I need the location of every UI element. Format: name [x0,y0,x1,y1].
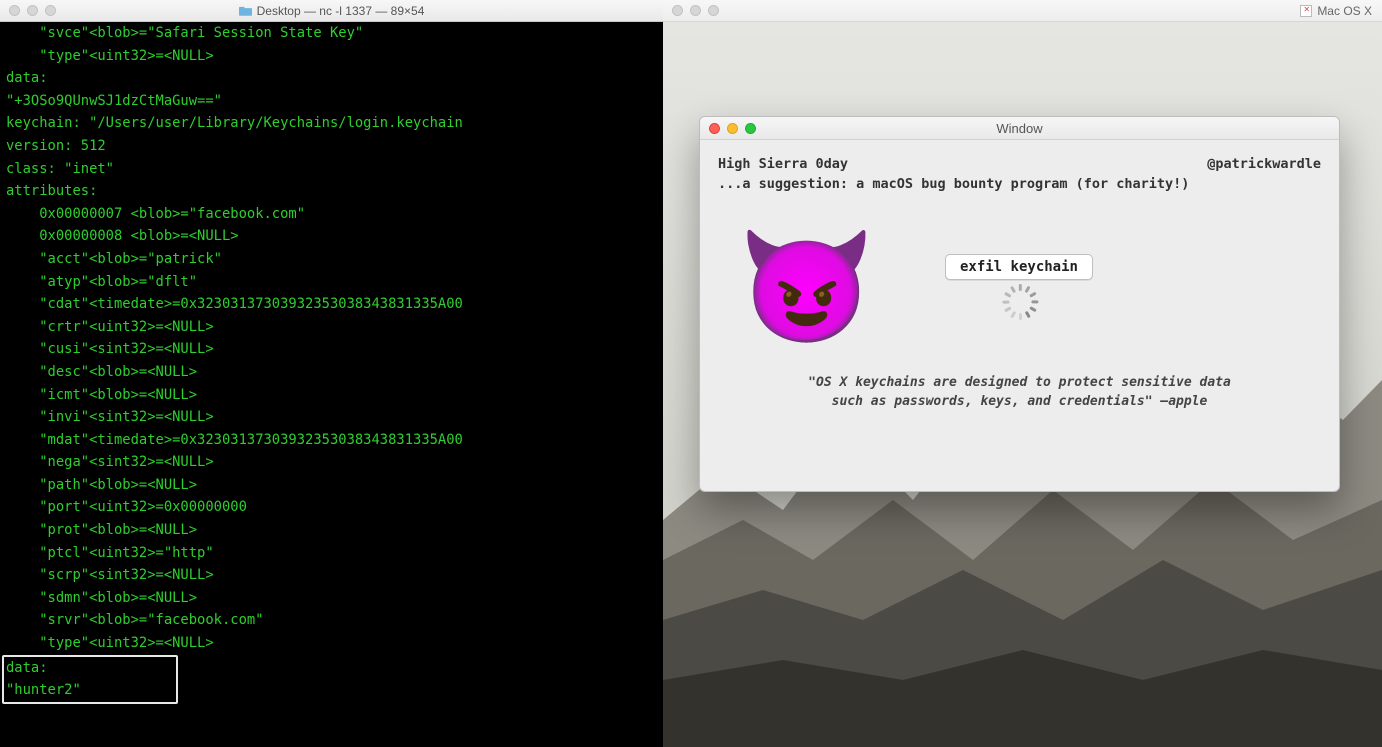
menubar[interactable]: keychainStealer File Edit Format View Wi… [663,54,1382,77]
author-handle: @patrickwardle [1207,156,1321,172]
menu-file[interactable]: File [806,58,827,73]
background-toolbar [663,22,1382,54]
menu-help[interactable]: Help [1045,58,1072,73]
close-icon[interactable] [9,5,20,16]
terminal-titlebar[interactable]: Desktop — nc -l 1337 — 89×54 [0,0,663,22]
zoom-icon[interactable] [708,5,719,16]
tools-segment[interactable] [769,27,827,49]
bg-traffic-lights[interactable] [672,5,719,16]
terminal-traffic-lights[interactable] [9,5,56,16]
terminal-lines: "svce"<blob>="Safari Session State Key" … [6,25,463,651]
app-window[interactable]: Window High Sierra 0day @patrickwardle .… [699,116,1340,492]
os-label: Mac OS X [1300,4,1372,18]
menu-window[interactable]: Window [983,58,1029,73]
app-window-title: Window [700,121,1339,136]
tools-button[interactable] [770,28,798,48]
forward-button[interactable] [798,28,826,48]
zoom-icon[interactable] [45,5,56,16]
loading-spinner-icon [1006,294,1032,320]
pause-button[interactable] [674,28,702,48]
terminal-password-value: "hunter2" [6,682,172,698]
playback-segment[interactable] [673,27,731,49]
devil-emoji-icon: 😈 [738,232,875,342]
menu-edit[interactable]: Edit [843,58,865,73]
exfil-keychain-button[interactable]: exfil keychain [945,254,1093,280]
quote-line-1: "OS X keychains are designed to protect … [746,374,1293,393]
minimize-icon[interactable] [690,5,701,16]
subheading-text: ...a suggestion: a macOS bug bounty prog… [718,176,1321,192]
heading-text: High Sierra 0day [718,156,848,172]
folder-icon [239,5,252,16]
footer-quote: "OS X keychains are designed to protect … [718,374,1321,412]
minimize-icon[interactable] [27,5,38,16]
background-window-titlebar[interactable]: Mac OS X [663,0,1382,22]
terminal-title-text: Desktop — nc -l 1337 — 89×54 [257,4,425,18]
terminal-data-label: data: [6,660,172,676]
step-button[interactable] [702,28,730,48]
close-icon[interactable] [672,5,683,16]
app-titlebar[interactable]: Window [700,117,1339,140]
terminal-highlighted-block: data: "hunter2" [2,655,178,704]
os-label-text: Mac OS X [1317,4,1372,18]
terminal-output[interactable]: "svce"<blob>="Safari Session State Key" … [0,22,663,747]
terminal-window: Desktop — nc -l 1337 — 89×54 "svce"<blob… [0,0,663,747]
menu-view[interactable]: View [939,58,967,73]
menubar-app-name[interactable]: keychainStealer [691,58,790,73]
menu-format[interactable]: Format [881,58,922,73]
quote-line-2: such as passwords, keys, and credentials… [746,393,1293,412]
macos-x-icon [1300,5,1312,17]
